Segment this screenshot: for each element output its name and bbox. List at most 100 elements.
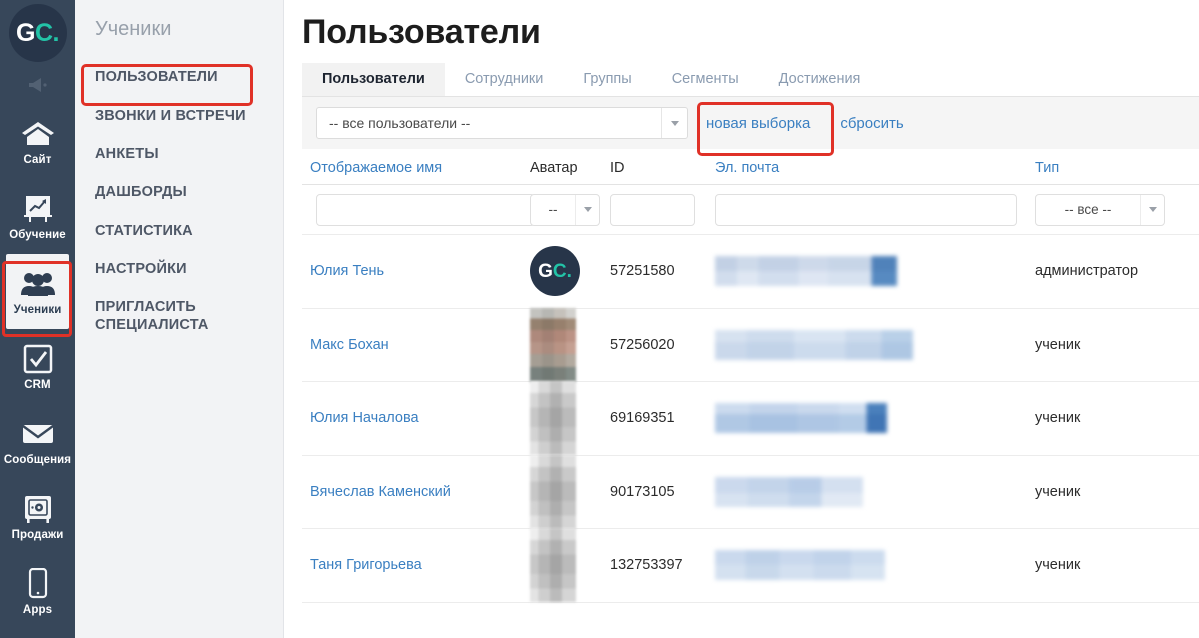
rail-item-label: Сайт [23,154,52,166]
table-filter-row: -- -- все -- [302,185,1199,235]
rail-item-label: CRM [24,379,51,391]
cell-id: 57256020 [610,336,675,353]
new-selection-button[interactable]: новая выборка [706,115,810,132]
filter-cell-avatar: -- [530,193,610,226]
filter-cell-email [715,193,1035,226]
sidebar-item-settings[interactable]: НАСТРОЙКИ [75,250,283,288]
column-header-type[interactable]: Тип [1035,160,1195,184]
rail-item-students[interactable]: Ученики [6,254,69,329]
table-header-row: Отображаемое имя Аватар ID Эл. почта Тип [302,149,1199,185]
cell-display-name[interactable]: Таня Григорьева [302,557,530,573]
tab-groups[interactable]: Группы [563,63,651,96]
cell-avatar [530,381,610,456]
avatar [530,381,576,456]
sidebar-item-statistics[interactable]: СТАТИСТИКА [75,212,283,250]
cell-display-name[interactable]: Юлия Началова [302,410,530,426]
sidebar-item-invite-specialist[interactable]: ПРИГЛАСИТЬ СПЕЦИАЛИСТА [75,288,283,344]
cell-display-name[interactable]: Макс Бохан [302,337,530,353]
cell-id: 69169351 [610,410,675,427]
redacted-email [715,550,885,581]
table-row[interactable]: Макс Бохан 57256020 ученик [302,307,1199,382]
app-root: G C. Сайт Обучение Ученики CRM Сообщения… [0,0,1199,638]
home-icon [21,117,55,151]
app-logo[interactable]: G C. [0,0,75,66]
cell-avatar [530,307,610,382]
avatar-logo-g: G [538,260,553,282]
rail-item-label: Обучение [9,229,66,241]
logo-circle: G C. [8,4,67,62]
cell-id: 90173105 [610,483,675,500]
sidebar-item-dashboards[interactable]: ДАШБОРДЫ [75,173,283,211]
column-header-avatar: Аватар [530,160,578,176]
filter-avatar-value: -- [548,202,558,217]
cell-display-name[interactable]: Юлия Тень [302,263,530,279]
table-row[interactable]: Юлия Началова 69169351 ученик [302,381,1199,456]
rail-item-label: Ученики [13,304,62,316]
megaphone-icon[interactable] [0,66,75,104]
rail-item-apps[interactable]: Apps [0,554,75,629]
sidebar-title: Ученики [95,18,172,40]
selection-dropdown[interactable]: -- все пользователи -- [316,107,688,139]
chart-board-icon [22,192,54,226]
logo-text-c: C. [34,18,60,47]
filter-avatar-select[interactable]: -- [530,193,600,226]
tab-users[interactable]: Пользователи [302,63,445,96]
cell-email [715,329,1035,360]
tab-employees[interactable]: Сотрудники [445,63,564,96]
table-row[interactable]: Таня Григорьева 132753397 ученик [302,528,1199,603]
selection-dropdown-value: -- все пользователи -- [329,115,471,131]
cell-type: ученик [1035,483,1081,500]
cell-display-name[interactable]: Вячеслав Каменский [302,484,530,500]
redacted-email [715,403,887,434]
logo-text-g: G [16,18,35,47]
chevron-down-icon[interactable] [661,108,687,138]
chevron-down-icon[interactable] [1140,194,1164,225]
secondary-sidebar: Ученики ПОЛЬЗОВАТЕЛИ ЗВОНКИ И ВСТРЕЧИ АН… [75,0,284,638]
avatar: G C. [530,246,580,297]
rail-item-label: Сообщения [3,454,72,466]
filter-name-input[interactable] [316,193,535,226]
cell-type: администратор [1035,263,1139,280]
cell-id: 132753397 [610,557,683,574]
cell-avatar [530,528,610,603]
avatar [530,454,576,529]
safe-icon [22,492,54,526]
redacted-email [715,329,913,360]
tab-achievements[interactable]: Достижения [759,63,881,96]
filter-cell-name [302,193,535,226]
rail-item-site[interactable]: Сайт [0,104,75,179]
checkbox-icon [23,342,53,376]
sidebar-item-users[interactable]: ПОЛЬЗОВАТЕЛИ [75,57,283,97]
users-table: Отображаемое имя Аватар ID Эл. почта Тип… [302,149,1199,603]
primary-icon-rail: G C. Сайт Обучение Ученики CRM Сообщения… [0,0,75,638]
rail-item-sales[interactable]: Продажи [0,479,75,554]
column-header-display-name[interactable]: Отображаемое имя [302,160,530,184]
selection-filter-bar: -- все пользователи -- новая выборка сбр… [302,97,1199,156]
table-row[interactable]: Вячеслав Каменский 90173105 ученик [302,454,1199,529]
filter-type-select[interactable]: -- все -- [1035,193,1165,226]
reset-selection-button[interactable]: сбросить [840,115,903,132]
filter-id-input[interactable] [610,193,695,226]
rail-item-training[interactable]: Обучение [0,179,75,254]
column-header-email[interactable]: Эл. почта [715,160,1035,184]
filter-type-value: -- все -- [1064,202,1112,217]
column-header-id: ID [610,160,625,176]
page-title: Пользователи [302,13,541,51]
cell-type: ученик [1035,336,1081,353]
cell-email [715,476,1035,507]
phone-icon [27,567,49,601]
rail-item-messages[interactable]: Сообщения [0,404,75,479]
cell-email [715,403,1035,434]
sidebar-item-calls-meetings[interactable]: ЗВОНКИ И ВСТРЕЧИ [75,97,283,135]
avatar [530,307,576,382]
table-row[interactable]: Юлия Тень G C. 57251580 администратор [302,235,1199,309]
people-group-icon [20,267,56,301]
tab-segments[interactable]: Сегменты [652,63,759,96]
sidebar-item-forms[interactable]: АНКЕТЫ [75,135,283,173]
rail-item-label: Продажи [11,529,64,541]
rail-item-crm[interactable]: CRM [0,329,75,404]
filter-email-input[interactable] [715,193,1017,226]
redacted-email [715,256,897,287]
chevron-down-icon[interactable] [575,194,599,225]
cell-avatar: G C. [530,246,610,297]
